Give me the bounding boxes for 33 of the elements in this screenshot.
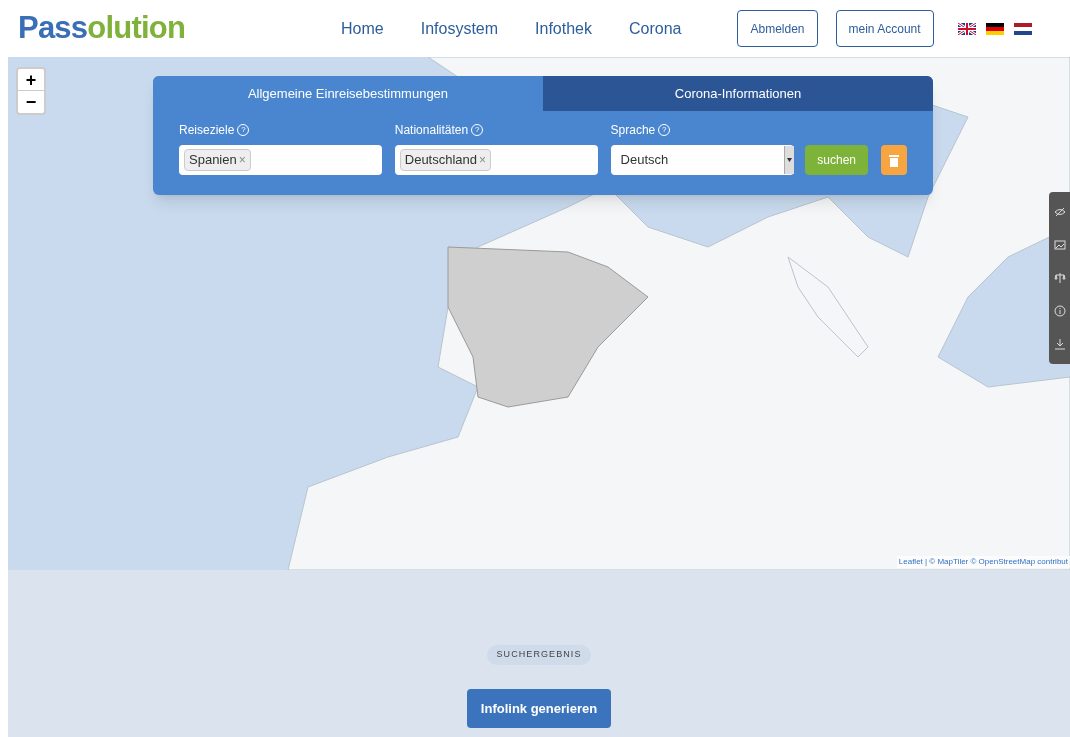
nav-link[interactable]: Infosystem (420, 16, 499, 41)
nav-link[interactable]: Home (341, 16, 384, 41)
tab[interactable]: Allgemeine Einreisebestimmungen (153, 76, 543, 111)
tag-input-field[interactable]: Spanien× (179, 145, 382, 175)
flag-icon[interactable] (957, 22, 976, 35)
field-label: Sprache (610, 122, 656, 139)
selected-tag: Spanien× (184, 149, 251, 171)
caret-icon (787, 158, 793, 162)
language-select[interactable]: Deutsch (610, 145, 795, 175)
image-icon[interactable] (1053, 239, 1066, 252)
scale-icon[interactable] (1053, 272, 1066, 284)
map-attribution: Leaflet | © MapTiler © OpenStreetMap contribut (896, 556, 1070, 568)
generate-infolink-button[interactable]: Infolink generieren (466, 688, 612, 728)
info-icon[interactable] (1053, 304, 1066, 317)
tag-input-field[interactable]: Deutschland× (394, 145, 598, 175)
zoom-out-button[interactable]: − (18, 91, 44, 113)
zoom-in-button[interactable]: + (18, 69, 44, 91)
logo[interactable]: Passolution (18, 5, 323, 52)
tab[interactable]: Corona-Informationen (543, 76, 933, 111)
nav-link[interactable]: Corona (629, 16, 682, 41)
section-label: SUCHERGEBNIS (486, 645, 592, 665)
flag-icon[interactable] (985, 22, 1004, 35)
field-label: Reiseziele (179, 122, 235, 139)
eye-off-icon[interactable] (1053, 206, 1066, 219)
header-button[interactable]: Abmelden (737, 10, 818, 47)
field-label: Nationalitäten (394, 122, 469, 139)
download-icon[interactable] (1053, 337, 1066, 350)
header-button[interactable]: mein Account (835, 10, 934, 47)
selected-tag: Deutschland× (399, 149, 492, 171)
map-background[interactable]: + − Allgemeine Einreisebestimmungen Corona-Informationen Reiseziele ? Spanien× Nationalitäten ? Deutschland× Sprache ? Deutsch suchen Leaflet | © MapTiler © OpenStreetMap contribut (8, 57, 1070, 570)
flag-icon[interactable] (1013, 22, 1032, 35)
nav-link[interactable]: Infothek (535, 16, 592, 41)
trash-icon (889, 153, 899, 167)
